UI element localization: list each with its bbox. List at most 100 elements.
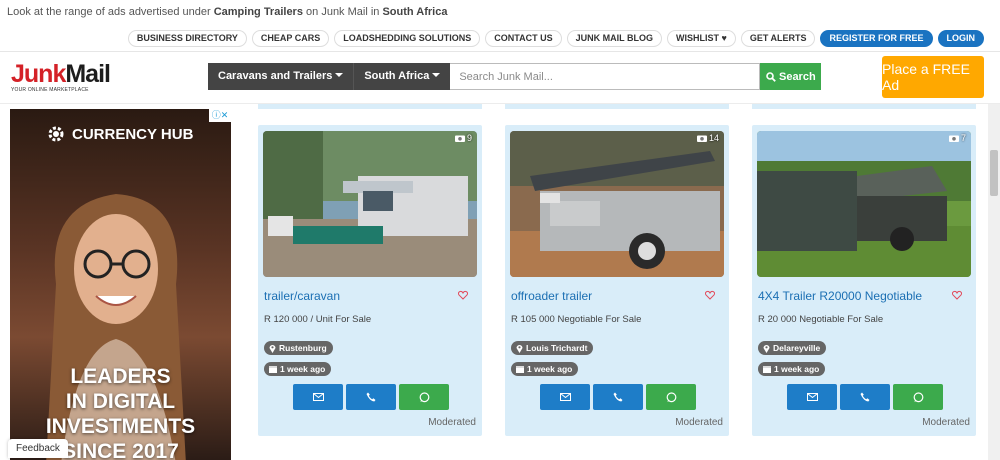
- search-button[interactable]: Search: [760, 63, 822, 90]
- posted-time-text: 1 week ago: [527, 364, 573, 374]
- page-intro: Look at the range of ads advertised unde…: [0, 0, 1000, 26]
- listing-photo[interactable]: 7: [757, 131, 971, 277]
- place-free-ad-button[interactable]: Place a FREE Ad: [882, 56, 984, 98]
- photo-count-value: 7: [960, 133, 966, 143]
- listing-title[interactable]: offroader trailer: [511, 289, 592, 303]
- previous-listing-edge: [752, 104, 976, 109]
- location-text: Delareyville: [773, 343, 821, 353]
- listing-photo[interactable]: 14: [510, 131, 724, 277]
- intro-region: South Africa: [382, 6, 448, 18]
- wishlist-heart-icon[interactable]: [705, 290, 715, 300]
- caret-down-icon: [335, 73, 344, 77]
- location-tag: Delareyville: [758, 341, 827, 355]
- whatsapp-icon: [419, 391, 429, 402]
- advertisement-banner[interactable]: ⓘ✕ CURRENCY HUB LEADERS IN DIGITAL INVES…: [10, 109, 231, 460]
- phone-icon: [860, 392, 870, 402]
- category-dropdown[interactable]: Caravans and Trailers: [208, 63, 354, 90]
- nav-contact-us[interactable]: CONTACT US: [485, 30, 562, 47]
- ad-headline-line: INVESTMENTS: [45, 415, 196, 438]
- location-text: Rustenburg: [279, 343, 327, 353]
- nav-cheap-cars[interactable]: CHEAP CARS: [251, 30, 330, 47]
- posted-time-tag: 1 week ago: [511, 362, 579, 376]
- location-tag: Rustenburg: [264, 341, 333, 355]
- listing-card[interactable]: 7 4X4 Trailer R20000 Negotiable R 20 000…: [752, 125, 976, 436]
- contact-actions: [293, 384, 449, 410]
- map-pin-icon: [763, 344, 770, 353]
- listing-card[interactable]: 14 offroader trailer R 105 000 Negotiabl…: [505, 125, 729, 436]
- listing-card[interactable]: 9 trailer/caravan R 120 000 / Unit For S…: [258, 125, 482, 436]
- intro-text-middle: on Junk Mail in: [306, 6, 380, 18]
- search-button-label: Search: [778, 70, 816, 83]
- photo-count: 14: [696, 133, 719, 143]
- feedback-tab[interactable]: Feedback: [8, 439, 68, 458]
- wishlist-heart-icon[interactable]: [458, 290, 468, 300]
- nav-loadshedding-solutions[interactable]: LOADSHEDDING SOLUTIONS: [334, 30, 481, 47]
- listing-price: R 105 000 Negotiable For Sale: [511, 314, 642, 325]
- junkmail-logo[interactable]: JunkMail YOUR ONLINE MARKETPLACE: [11, 60, 111, 94]
- wishlist-heart-icon[interactable]: [952, 290, 962, 300]
- register-button[interactable]: REGISTER FOR FREE: [820, 30, 933, 47]
- nav-business-directory[interactable]: BUSINESS DIRECTORY: [127, 30, 247, 47]
- intro-text: Look at the range of ads advertised unde…: [7, 6, 211, 18]
- call-button[interactable]: [840, 384, 890, 410]
- map-pin-icon: [269, 344, 276, 353]
- search-icon: [766, 71, 776, 82]
- email-button[interactable]: [293, 384, 343, 410]
- nav-get-alerts[interactable]: GET ALERTS: [740, 30, 816, 47]
- photo-count-value: 14: [708, 133, 719, 143]
- moderation-status: Moderated: [428, 417, 476, 428]
- camera-icon: [696, 135, 707, 142]
- offroad-trailer-photo: [510, 131, 724, 277]
- whatsapp-button[interactable]: [893, 384, 943, 410]
- calendar-icon: [269, 366, 277, 373]
- whatsapp-icon: [913, 391, 923, 402]
- listing-price: R 20 000 Negotiable For Sale: [758, 314, 884, 325]
- call-button[interactable]: [593, 384, 643, 410]
- phone-icon: [613, 392, 623, 402]
- region-dropdown-label: South Africa: [364, 70, 430, 82]
- envelope-icon: [312, 393, 324, 401]
- listing-title[interactable]: 4X4 Trailer R20000 Negotiable: [758, 289, 922, 303]
- search-bar: Caravans and Trailers South Africa Searc…: [208, 63, 822, 90]
- logo-mail: Mail: [65, 60, 111, 88]
- caret-down-icon: [432, 73, 441, 77]
- ad-choices-icon[interactable]: ⓘ✕: [209, 109, 231, 122]
- ad-brand-name: CURRENCY HUB: [72, 125, 194, 143]
- camera-icon: [454, 135, 465, 142]
- 4x4-trailer-photo: [757, 131, 971, 277]
- listing-price: R 120 000 / Unit For Sale: [264, 314, 372, 325]
- envelope-icon: [559, 393, 571, 401]
- contact-actions: [540, 384, 696, 410]
- logo-junk: Junk: [11, 60, 66, 88]
- whatsapp-icon: [666, 391, 676, 402]
- intro-category: Camping Trailers: [213, 6, 303, 18]
- search-input[interactable]: [450, 63, 761, 90]
- previous-listing-edge: [505, 104, 729, 109]
- contact-actions: [787, 384, 943, 410]
- gear-icon: [48, 126, 64, 142]
- email-button[interactable]: [540, 384, 590, 410]
- envelope-icon: [806, 393, 818, 401]
- whatsapp-button[interactable]: [399, 384, 449, 410]
- login-button[interactable]: LOGIN: [937, 30, 984, 47]
- nav-junk-mail-blog[interactable]: JUNK MAIL BLOG: [566, 30, 662, 47]
- caravan-photo: [263, 131, 477, 277]
- previous-listing-edge: [258, 104, 482, 109]
- location-tag: Louis Trichardt: [511, 341, 594, 355]
- top-nav: BUSINESS DIRECTORY CHEAP CARS LOADSHEDDI…: [127, 30, 984, 47]
- nav-wishlist[interactable]: WISHLIST ♥: [666, 30, 736, 47]
- photo-count: 7: [948, 133, 966, 143]
- ad-headline-line: IN DIGITAL: [65, 390, 176, 413]
- whatsapp-button[interactable]: [646, 384, 696, 410]
- region-dropdown[interactable]: South Africa: [353, 63, 451, 90]
- listing-photo[interactable]: 9: [263, 131, 477, 277]
- calendar-icon: [516, 366, 524, 373]
- call-button[interactable]: [346, 384, 396, 410]
- scrollbar-thumb[interactable]: [990, 150, 998, 196]
- posted-time-text: 1 week ago: [774, 364, 820, 374]
- photo-count-value: 9: [466, 133, 472, 143]
- posted-time-tag: 1 week ago: [264, 362, 332, 376]
- moderation-status: Moderated: [675, 417, 723, 428]
- email-button[interactable]: [787, 384, 837, 410]
- listing-title[interactable]: trailer/caravan: [264, 289, 340, 303]
